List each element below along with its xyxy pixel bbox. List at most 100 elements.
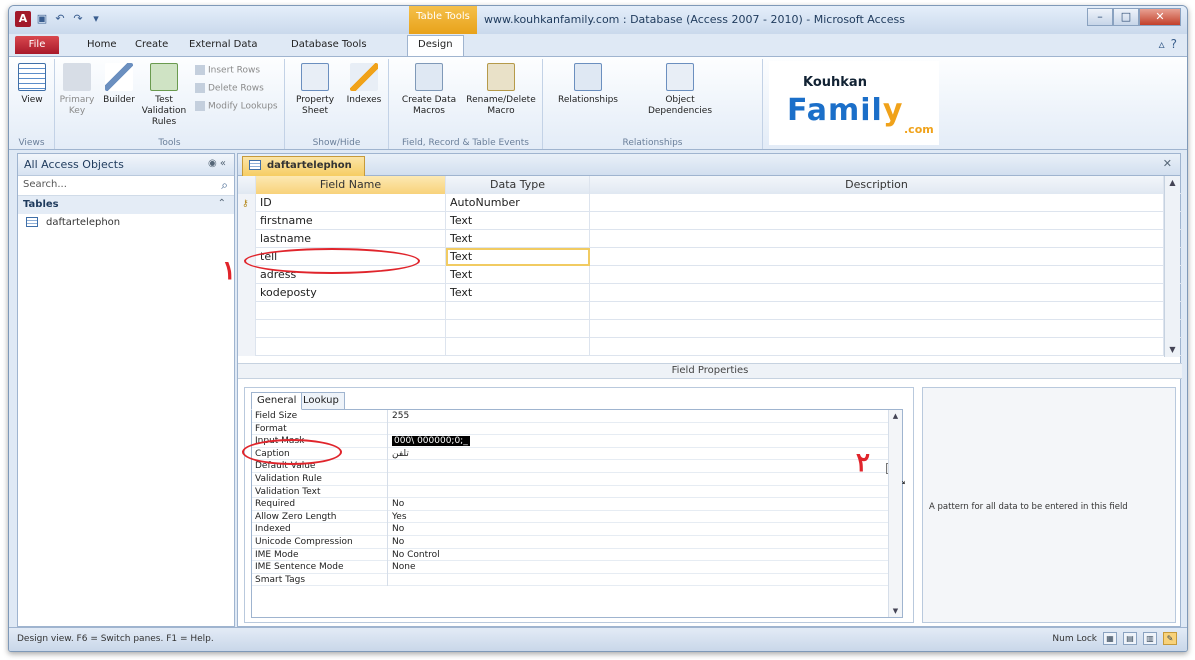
field-name-cell[interactable] <box>256 320 446 338</box>
property-sheet-button[interactable]: Property Sheet <box>289 63 341 117</box>
data-type-cell[interactable] <box>446 338 590 356</box>
chevron-up-icon[interactable]: ⌃ <box>218 198 226 209</box>
property-row[interactable]: Required No <box>252 498 902 511</box>
data-type-cell[interactable] <box>446 320 590 338</box>
row-selector[interactable] <box>238 230 256 248</box>
indexes-button[interactable]: Indexes <box>343 63 385 106</box>
property-value[interactable] <box>388 574 888 587</box>
property-value[interactable]: تلفن <box>388 448 888 461</box>
scroll-up-icon[interactable]: ▲ <box>1165 176 1180 190</box>
object-dependencies-button[interactable]: Object Dependencies <box>643 63 717 117</box>
description-cell[interactable] <box>590 248 1164 266</box>
field-name-cell[interactable] <box>256 302 446 320</box>
property-row[interactable]: Validation Rule <box>252 472 902 486</box>
tab-home[interactable]: Home <box>87 39 117 50</box>
tab-external-data[interactable]: External Data <box>189 39 258 50</box>
field-name-cell[interactable]: firstname <box>256 212 446 230</box>
builder-button[interactable]: Builder <box>101 63 137 106</box>
data-type-cell[interactable]: Text <box>446 266 590 284</box>
property-value[interactable] <box>388 423 888 436</box>
nav-group-tables[interactable]: Tables ⌃ <box>18 196 234 214</box>
property-row[interactable]: Smart Tags <box>252 573 902 587</box>
close-document-icon[interactable]: ✕ <box>1163 157 1172 170</box>
input-mask-value[interactable]: 000\ 000000;0;_ <box>388 435 888 448</box>
description-cell[interactable] <box>590 266 1164 284</box>
property-row[interactable]: Validation Text <box>252 485 902 499</box>
rename-delete-macro-button[interactable]: Rename/Delete Macro <box>465 63 537 117</box>
field-name-cell[interactable]: kodeposty <box>256 284 446 302</box>
minimize-button[interactable]: – <box>1087 8 1113 26</box>
nav-collapse-icon[interactable]: ◉ « <box>208 158 226 169</box>
nav-search-input[interactable]: Search... ⌕ <box>18 176 234 196</box>
scroll-up-icon[interactable]: ▲ <box>889 410 902 422</box>
description-cell[interactable] <box>590 230 1164 248</box>
nav-item-table[interactable]: daftartelephon <box>18 214 234 232</box>
tab-lookup[interactable]: Lookup <box>297 392 345 410</box>
property-value[interactable]: 255 <box>388 410 888 423</box>
view-button[interactable]: View <box>13 63 51 106</box>
pivot-chart-view-icon[interactable]: ▥ <box>1143 632 1157 645</box>
row-selector[interactable] <box>238 266 256 284</box>
scroll-down-icon[interactable]: ▼ <box>1165 343 1180 357</box>
nav-header[interactable]: All Access Objects ◉ « <box>18 154 234 176</box>
delete-rows-button[interactable]: Delete Rows <box>195 83 264 94</box>
property-value[interactable]: No <box>388 523 888 536</box>
document-tab[interactable]: daftartelephon <box>242 156 365 176</box>
data-type-cell[interactable]: Text <box>446 212 590 230</box>
description-cell[interactable] <box>590 194 1164 212</box>
data-type-cell[interactable]: Text <box>446 248 590 266</box>
row-selector[interactable] <box>238 212 256 230</box>
search-icon[interactable]: ⌕ <box>221 178 228 193</box>
datasheet-view-icon[interactable]: ▦ <box>1103 632 1117 645</box>
field-name-cell[interactable]: ID <box>256 194 446 212</box>
grid-scrollbar[interactable]: ▲ ▼ <box>1164 176 1180 357</box>
property-row[interactable]: Field Size 255 <box>252 410 902 423</box>
description-cell[interactable] <box>590 302 1164 320</box>
file-tab[interactable]: File <box>15 36 59 54</box>
property-row[interactable]: IME Sentence Mode None <box>252 561 902 574</box>
create-data-macros-button[interactable]: Create Data Macros <box>393 63 465 117</box>
data-type-cell[interactable] <box>446 302 590 320</box>
save-icon[interactable]: ▣ <box>35 12 49 26</box>
tab-create[interactable]: Create <box>135 39 168 50</box>
empty-row[interactable] <box>238 338 1182 356</box>
table-row[interactable]: lastname Text <box>238 230 1182 248</box>
property-row-input-mask[interactable]: Input Mask 000\ 000000;0;_ <box>252 435 902 448</box>
empty-row[interactable] <box>238 320 1182 338</box>
property-value[interactable]: Yes <box>388 511 888 524</box>
scroll-down-icon[interactable]: ▼ <box>889 605 902 617</box>
table-row[interactable]: kodeposty Text <box>238 284 1182 302</box>
property-row[interactable]: Caption تلفن <box>252 447 902 461</box>
empty-row[interactable] <box>238 302 1182 320</box>
modify-lookups-button[interactable]: Modify Lookups <box>195 101 278 112</box>
field-name-cell[interactable]: lastname <box>256 230 446 248</box>
property-row[interactable]: Default Value <box>252 460 902 473</box>
row-selector[interactable] <box>238 320 256 338</box>
field-name-cell[interactable] <box>256 338 446 356</box>
data-type-cell[interactable]: AutoNumber <box>446 194 590 212</box>
redo-icon[interactable]: ↷ <box>71 12 85 26</box>
property-value[interactable] <box>388 460 888 473</box>
property-row[interactable]: Unicode Compression No <box>252 535 902 549</box>
property-row[interactable]: Format <box>252 422 902 436</box>
maximize-button[interactable]: □ <box>1113 8 1139 26</box>
tab-general[interactable]: General <box>251 392 303 410</box>
undo-icon[interactable]: ↶ <box>53 12 67 26</box>
customize-qat-icon[interactable]: ▾ <box>89 12 103 26</box>
table-row[interactable]: firstname Text <box>238 212 1182 230</box>
row-selector[interactable] <box>238 284 256 302</box>
minimize-ribbon-icon[interactable]: ▵ <box>1159 37 1165 51</box>
description-cell[interactable] <box>590 284 1164 302</box>
insert-rows-button[interactable]: Insert Rows <box>195 65 260 76</box>
property-row[interactable]: Indexed No <box>252 523 902 536</box>
table-row[interactable]: ⚷ ID AutoNumber <box>238 194 1182 212</box>
property-value[interactable]: No <box>388 498 888 511</box>
row-selector[interactable]: ⚷ <box>238 194 256 212</box>
row-selector[interactable] <box>238 302 256 320</box>
row-selector[interactable] <box>238 338 256 356</box>
description-cell[interactable] <box>590 212 1164 230</box>
data-type-cell[interactable]: Text <box>446 284 590 302</box>
property-row[interactable]: IME Mode No Control <box>252 548 902 562</box>
help-icon[interactable]: ? <box>1171 37 1177 51</box>
property-row[interactable]: Allow Zero Length Yes <box>252 510 902 524</box>
